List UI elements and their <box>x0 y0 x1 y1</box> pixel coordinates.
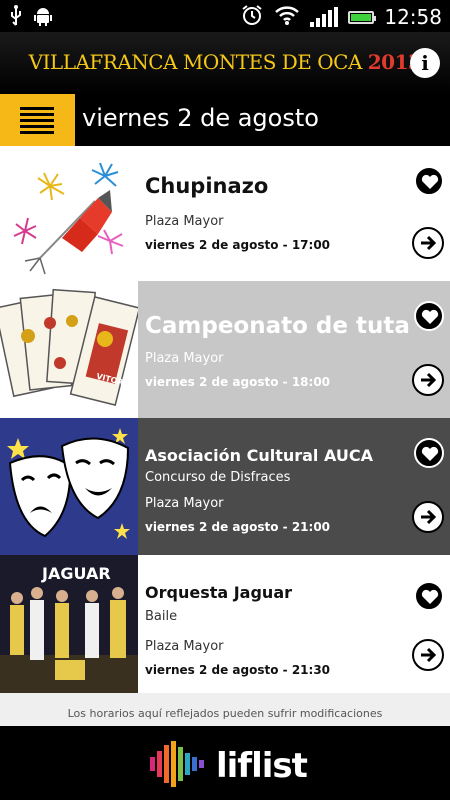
arrow-right-icon <box>421 509 437 525</box>
app-header: VILLAFRANCA MONTES DE OCA 2013 i <box>0 32 450 94</box>
open-event-button[interactable] <box>412 364 444 396</box>
arrow-right-icon <box>421 647 437 663</box>
app-title: VILLAFRANCA MONTES DE OCA 2013 <box>0 50 450 74</box>
open-event-button[interactable] <box>412 227 444 259</box>
clock: 12:58 <box>384 5 442 29</box>
favorite-button[interactable] <box>414 301 444 331</box>
footer: liflist <box>0 726 450 800</box>
schedule-disclaimer: Los horarios aquí reflejados pueden sufr… <box>0 693 450 726</box>
favorite-button[interactable] <box>414 581 444 611</box>
arrow-right-icon <box>421 372 437 388</box>
band-banner: JAGUAR <box>41 564 111 583</box>
liflist-logo[interactable]: liflist <box>150 741 308 791</box>
event-item-chupinazo[interactable]: Chupinazo Plaza Mayor viernes 2 de agost… <box>0 146 450 281</box>
info-button[interactable]: i <box>410 48 440 78</box>
event-title: Orquesta Jaguar <box>145 583 293 602</box>
battery-icon <box>348 10 377 24</box>
event-datetime: viernes 2 de agosto - 17:00 <box>145 238 331 252</box>
favorite-button[interactable] <box>414 438 444 468</box>
heart-icon <box>421 309 439 324</box>
event-title: Asociación Cultural AUCA <box>145 446 373 465</box>
arrow-right-icon <box>421 235 437 251</box>
event-location: Plaza Mayor <box>145 351 224 366</box>
event-title: Chupinazo <box>145 174 269 198</box>
event-datetime: viernes 2 de agosto - 21:30 <box>145 663 331 677</box>
heart-icon <box>421 174 439 189</box>
fireworks-rocket-illustration <box>0 146 138 281</box>
liflist-bars-icon <box>150 741 208 791</box>
event-item-asociacion-auca[interactable]: Asociación Cultural AUCA Concurso de Dis… <box>0 418 450 555</box>
event-subtitle: Concurso de Disfraces <box>145 470 291 485</box>
date-bar: viernes 2 de agosto <box>0 94 450 146</box>
wifi-icon <box>274 4 300 30</box>
event-item-campeonato-tuta[interactable]: VITORIA Campeonato de tuta Plaza Mayor v… <box>0 281 450 418</box>
event-location: Plaza Mayor <box>145 214 224 229</box>
status-bar: 12:58 <box>0 0 450 32</box>
favorite-button[interactable] <box>414 166 444 196</box>
usb-icon <box>8 5 24 31</box>
date-title: viernes 2 de agosto <box>82 104 319 132</box>
event-datetime: viernes 2 de agosto - 21:00 <box>145 520 331 534</box>
menu-button[interactable] <box>0 94 75 146</box>
event-list: Chupinazo Plaza Mayor viernes 2 de agost… <box>0 146 450 693</box>
heart-icon <box>421 589 439 604</box>
open-event-button[interactable] <box>412 639 444 671</box>
event-item-orquesta-jaguar[interactable]: JAGUAR Orquesta Jaguar Baile Plaza Mayor… <box>0 555 450 693</box>
list-icon <box>20 107 54 137</box>
signal-icon <box>310 7 339 27</box>
heart-icon <box>421 446 439 461</box>
liflist-brand: liflist <box>216 746 308 786</box>
event-location: Plaza Mayor <box>145 639 224 654</box>
event-datetime: viernes 2 de agosto - 18:00 <box>145 375 331 389</box>
app-title-main: VILLAFRANCA MONTES DE OCA <box>28 50 363 74</box>
event-title: Campeonato de tuta <box>145 313 410 339</box>
alarm-icon <box>240 3 264 31</box>
open-event-button[interactable] <box>412 501 444 533</box>
spanish-playing-cards: VITORIA <box>0 281 138 418</box>
event-location: Plaza Mayor <box>145 496 224 511</box>
band-photo: JAGUAR <box>0 555 138 693</box>
theater-masks <box>0 418 138 555</box>
event-subtitle: Baile <box>145 609 178 624</box>
android-debug-icon <box>32 5 54 31</box>
